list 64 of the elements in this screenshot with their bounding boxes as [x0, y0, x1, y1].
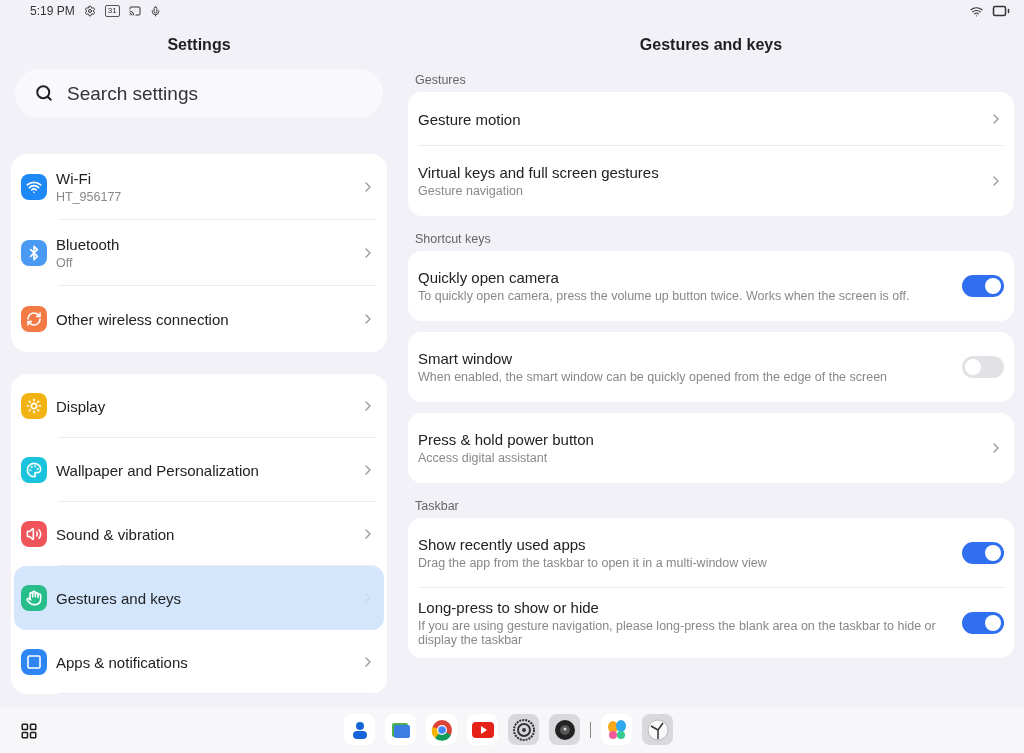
gear-icon: [83, 5, 96, 17]
setting-row[interactable]: Show recently used apps Drag the app from the taskbar to open it in a multi-window view: [408, 518, 1014, 588]
setting-row[interactable]: Long-press to show or hide If you are using gesture navigation, please long-press the blank area on the taskbar to hide or display the taskbar: [408, 588, 1014, 658]
camera-app-icon[interactable]: [549, 714, 580, 745]
setting-description: Drag the app from the taskbar to open it in a multi-window view: [418, 556, 768, 570]
settings-app-icon[interactable]: [508, 714, 539, 745]
setting-title: Press & hold power button: [418, 431, 595, 448]
page-title: Gestures and keys: [639, 36, 783, 54]
video-app-icon[interactable]: [467, 714, 498, 745]
item-label: Bluetooth: [56, 236, 121, 253]
calendar-icon: 31: [104, 5, 120, 17]
search-icon: [35, 84, 53, 102]
setting-title: Long-press to show or hide: [418, 599, 600, 616]
status-time: 5:19 PM: [30, 4, 75, 18]
sidebar-item[interactable]: Sound & vibration: [14, 502, 384, 566]
setting-title: Show recently used apps: [418, 536, 587, 553]
search-field[interactable]: Search settings: [15, 69, 383, 118]
setting-row[interactable]: Gesture motion: [408, 92, 1014, 146]
setting-title: Gesture motion: [418, 110, 522, 128]
setting-description: Access digital assistant: [418, 451, 549, 465]
sidebar-item[interactable]: Display: [14, 374, 384, 438]
clock-app-icon[interactable]: [642, 714, 673, 745]
setting-description: Gesture navigation: [418, 184, 524, 198]
setting-row[interactable]: Virtual keys and full screen gestures Gesture navigation: [408, 146, 1014, 216]
toggle-switch[interactable]: [962, 542, 1004, 564]
setting-title: Smart window: [418, 350, 514, 367]
toggle-switch[interactable]: [962, 356, 1004, 378]
sidebar-item[interactable]: Bluetooth Off: [14, 220, 384, 286]
butterfly-app-icon[interactable]: [601, 714, 632, 745]
sidebar-title: Settings: [167, 36, 231, 54]
section-header: Shortcut keys: [415, 232, 491, 246]
item-label: Gestures and keys: [56, 589, 183, 607]
setting-description: To quickly open camera, press the volume up button twice. Works when the screen is off.: [418, 289, 911, 303]
item-label: Apps & notifications: [56, 653, 189, 671]
app-drawer-icon[interactable]: [20, 721, 38, 740]
item-status: Off: [56, 256, 74, 270]
sidebar-item[interactable]: Gestures and keys: [14, 566, 384, 630]
toggle-switch[interactable]: [962, 612, 1004, 634]
item-label: Display: [56, 397, 107, 415]
item-label: Wallpaper and Personalization: [56, 461, 260, 479]
sidebar-item[interactable]: Wallpaper and Personalization: [14, 438, 384, 502]
browser-app-icon[interactable]: [426, 714, 457, 745]
setting-row[interactable]: Smart window When enabled, the smart window can be quickly opened from the edge of the screen: [408, 332, 1014, 402]
sidebar-item[interactable]: Wi-Fi HT_956177: [14, 154, 384, 220]
files-app-icon[interactable]: [385, 714, 416, 745]
item-label: Sound & vibration: [56, 525, 176, 543]
setting-row[interactable]: Quickly open camera To quickly open camera, press the volume up button twice. Works when the screen is off.: [408, 251, 1014, 321]
contacts-app-icon[interactable]: [344, 714, 375, 745]
item-label: Wi-Fi: [56, 170, 92, 187]
item-label: Other wireless connection: [56, 310, 230, 328]
sidebar-item[interactable]: Other wireless connection: [14, 286, 384, 352]
cast-icon: [128, 5, 141, 17]
setting-title: Quickly open camera: [418, 269, 560, 286]
item-status: HT_956177: [56, 190, 123, 204]
sidebar-item[interactable]: Apps & notifications: [14, 630, 384, 694]
setting-title: Virtual keys and full screen gestures: [418, 164, 660, 181]
setting-description: If you are using gesture navigation, please long-press the blank area on the taskbar to hide or display the taskbar: [418, 619, 937, 647]
setting-row[interactable]: Press & hold power button Access digital assistant: [408, 413, 1014, 483]
setting-description: When enabled, the smart window can be quickly opened from the edge of the screen: [418, 370, 889, 384]
section-header: Gestures: [415, 73, 466, 87]
toggle-switch[interactable]: [962, 275, 1004, 297]
microphone-icon: [149, 5, 161, 17]
section-header: Taskbar: [415, 499, 459, 513]
wifi-icon: [970, 4, 983, 18]
